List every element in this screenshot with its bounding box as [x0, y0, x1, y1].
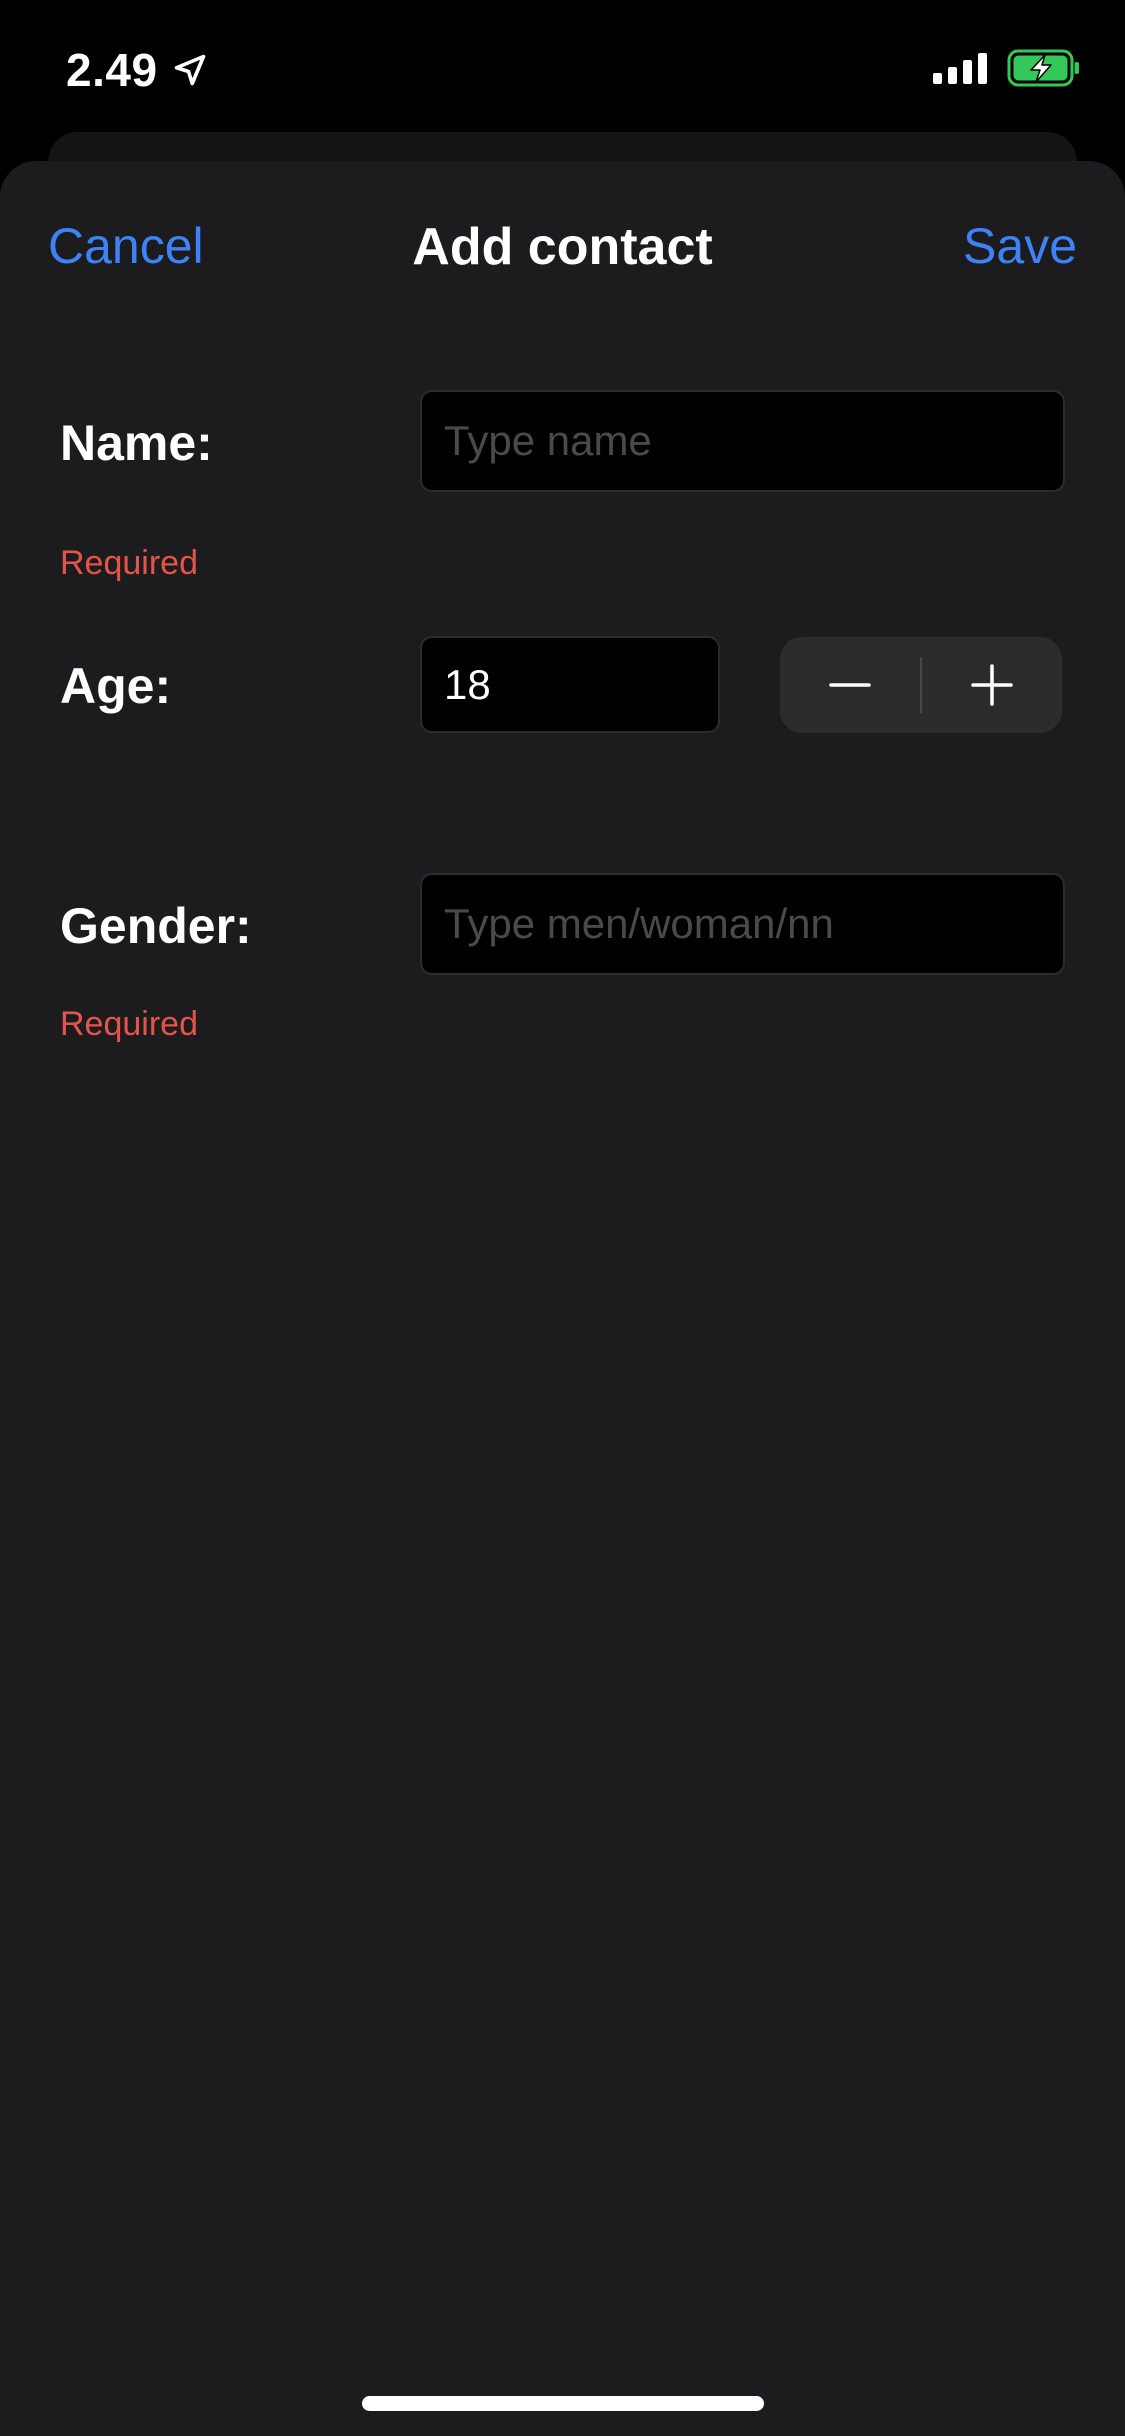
- plus-icon: [971, 664, 1013, 706]
- save-button[interactable]: Save: [963, 217, 1077, 275]
- name-field[interactable]: [420, 390, 1065, 492]
- gender-label: Gender:: [60, 898, 252, 954]
- age-field[interactable]: [420, 636, 720, 733]
- decrement-button[interactable]: [780, 637, 920, 733]
- age-label: Age:: [60, 658, 172, 714]
- status-bar-time: 2.49: [66, 40, 208, 100]
- increment-button[interactable]: [922, 637, 1062, 733]
- gender-field[interactable]: [420, 873, 1065, 975]
- name-label: Name:: [60, 415, 213, 471]
- time-label: 2.49: [66, 44, 158, 96]
- cellular-signal-icon: [933, 52, 987, 84]
- gender-required-error: Required: [60, 1005, 198, 1043]
- home-indicator[interactable]: [362, 2396, 764, 2411]
- location-arrow-icon: [174, 54, 205, 86]
- battery-charging-icon: [1007, 49, 1079, 87]
- age-stepper: [780, 637, 1062, 733]
- add-contact-sheet: Cancel Add contact Save Name: Required A…: [0, 161, 1125, 2436]
- status-bar-indicators: [933, 46, 1081, 90]
- screen: 2.49 Cancel Add contact Save Name: Requi…: [0, 0, 1125, 2436]
- page-title: Add contact: [412, 218, 713, 276]
- minus-icon: [829, 683, 871, 687]
- name-required-error: Required: [60, 544, 198, 582]
